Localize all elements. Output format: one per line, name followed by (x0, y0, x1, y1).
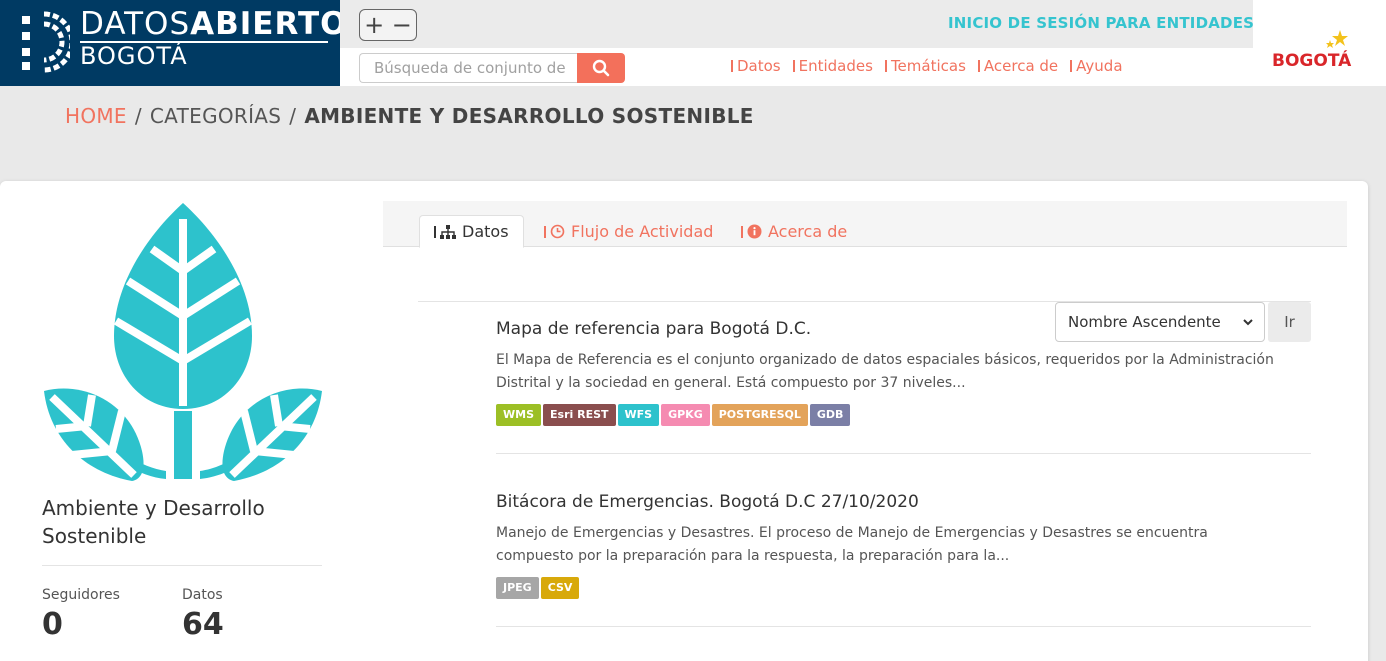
dataset-divider (496, 453, 1311, 454)
bogota-city-logo[interactable]: BOGOTÁ (1270, 26, 1360, 74)
nav-entidades[interactable]: Entidades (789, 57, 881, 75)
followers-stat: Seguidores 0 (42, 587, 120, 642)
tab-bar-icon (741, 225, 743, 238)
tab-label: Datos (462, 222, 509, 241)
nav-label: Entidades (798, 57, 873, 75)
dataset-item: Mapa de referencia para Bogotá D.C. El M… (496, 319, 1286, 426)
search-button[interactable] (577, 53, 625, 83)
dataset-item: Bitácora de Emergencias. Bogotá D.C 27/1… (496, 492, 1286, 599)
datasets-stat: Datos 64 (182, 587, 224, 642)
info-icon (747, 224, 762, 239)
site-header: DATOSABIERTOS BOGOTÁ + − INICIO DE SESIÓ… (0, 0, 1386, 86)
breadcrumb-current: AMBIENTE Y DESARROLLO SOSTENIBLE (304, 104, 754, 128)
category-title: Ambiente y Desarrollo Sostenible (42, 496, 265, 548)
breadcrumb-categories[interactable]: CATEGORÍAS (150, 104, 281, 128)
breadcrumb: HOME / CATEGORÍAS / AMBIENTE Y DESARROLLO SO… (65, 104, 754, 128)
tab-bar-icon (434, 225, 436, 238)
nav-acerca-de[interactable]: Acerca de (974, 57, 1066, 75)
clock-icon (550, 224, 565, 239)
nav-label: Acerca de (983, 57, 1059, 75)
nav-label: Temáticas (890, 57, 966, 75)
tab-flujo-actividad[interactable]: Flujo de Actividad (530, 215, 727, 248)
dataset-description: Manejo de Emergencias y Desastres. El pr… (496, 525, 1208, 564)
bogota-logo-text: BOGOTÁ (1272, 49, 1352, 71)
followers-value: 0 (42, 607, 63, 642)
tab-label: Flujo de Actividad (571, 222, 714, 241)
tab-bar-icon (544, 225, 546, 238)
leaf-icon (44, 203, 322, 481)
format-badge[interactable]: POSTGRESQL (711, 404, 808, 426)
tabs-bar: Datos Flujo de Actividad Acerca de (383, 201, 1347, 248)
nav-label: Datos (737, 57, 781, 75)
tab-acerca-de[interactable]: Acerca de (727, 215, 861, 248)
breadcrumb-home[interactable]: HOME (65, 104, 127, 128)
format-badge[interactable]: Esri REST (543, 404, 616, 426)
datos-abiertos-logo[interactable]: DATOSABIERTOS BOGOTÁ (0, 0, 370, 86)
datasets-label: Datos (182, 587, 223, 603)
nav-ayuda[interactable]: Ayuda (1066, 57, 1130, 75)
zoom-controls[interactable]: + − (359, 9, 417, 41)
nav-bar-icon (884, 60, 887, 72)
main-card: Ambiente y Desarrollo Sostenible Seguido… (0, 181, 1368, 661)
format-badge[interactable]: JPEG (496, 577, 539, 599)
logo-city: BOGOTÁ (80, 42, 188, 70)
zoom-controls-label: + − (364, 11, 412, 39)
followers-label: Seguidores (42, 587, 120, 603)
datasets-value: 64 (182, 607, 224, 642)
nav-bar-icon (792, 60, 795, 72)
format-badge[interactable]: GDB (809, 404, 851, 426)
format-badge[interactable]: CSV (540, 577, 580, 599)
breadcrumb-separator: / (134, 104, 142, 128)
format-badges: JPEG CSV (496, 577, 1286, 599)
nav-tematicas[interactable]: Temáticas (881, 57, 974, 75)
logo-title: DATOSABIERTOS (80, 6, 371, 42)
dataset-divider (496, 626, 1311, 627)
sidebar-divider (42, 565, 322, 566)
nav-label: Ayuda (1076, 57, 1123, 75)
format-badge[interactable]: WMS (496, 404, 542, 426)
nav-datos[interactable]: Datos (727, 57, 789, 75)
search-icon (592, 59, 610, 77)
nav-bar-icon (977, 60, 980, 72)
logo-mark-icon (22, 11, 70, 73)
dataset-description: El Mapa de Referencia es el conjunto org… (496, 352, 1274, 391)
format-badge[interactable]: WFS (617, 404, 660, 426)
dataset-title[interactable]: Bitácora de Emergencias. Bogotá D.C 27/1… (496, 492, 1286, 512)
search-input[interactable] (359, 53, 577, 83)
breadcrumb-separator: / (289, 104, 297, 128)
format-badge[interactable]: GPKG (661, 404, 710, 426)
session-link[interactable]: INICIO DE SESIÓN PARA ENTIDADES (948, 14, 1254, 32)
nav-bar-icon (731, 60, 733, 72)
tab-label: Acerca de (768, 222, 848, 241)
nav-bar-icon (1070, 60, 1073, 72)
sitemap-icon (440, 224, 456, 239)
dataset-title[interactable]: Mapa de referencia para Bogotá D.C. (496, 319, 1286, 339)
tab-datos[interactable]: Datos (419, 215, 524, 248)
format-badges: WMS Esri REST WFS GPKG POSTGRESQL GDB (496, 404, 1286, 426)
main-nav: Datos Entidades Temáticas Acerca de Ayud… (727, 57, 1131, 75)
